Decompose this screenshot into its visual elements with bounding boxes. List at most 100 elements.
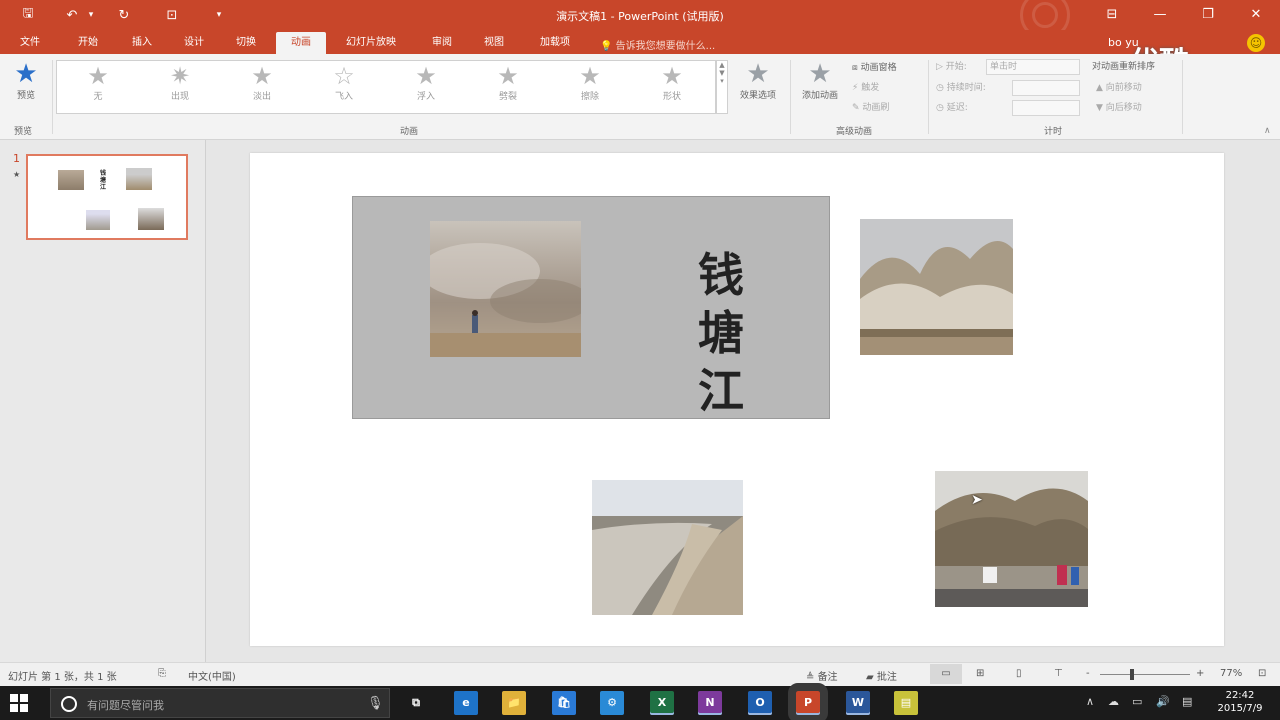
document-title: 演示文稿1 - PowerPoint (试用版) xyxy=(556,10,724,23)
preview-button[interactable]: ★ 预览 xyxy=(8,60,44,101)
zoom-level[interactable]: 77% xyxy=(1220,668,1242,679)
zoom-slider-track[interactable] xyxy=(1100,674,1190,675)
preview-star-icon: ★ xyxy=(14,59,38,89)
animation-split[interactable]: ★ 劈裂 xyxy=(473,63,543,111)
ribbon-animations: ★ 预览 预览 ★ 无 ✷ 出现 ★ 淡出 ☆ 飞入 ★ 浮入 ★ 劈裂 ★ 擦除 ★ 形状 ▲… xyxy=(0,54,1280,140)
zoom-in-button[interactable]: + xyxy=(1196,668,1204,679)
maximize-icon[interactable]: ❐ xyxy=(1198,5,1218,25)
tab-design[interactable]: 设计 xyxy=(174,34,214,54)
sticky-notes-icon[interactable]: ▤ xyxy=(894,691,918,715)
outlook-icon[interactable]: O xyxy=(748,691,772,715)
tab-review[interactable]: 审阅 xyxy=(422,34,462,54)
delay-label: ◷ 延迟: xyxy=(936,100,968,116)
collapse-ribbon-icon[interactable]: ∧ xyxy=(1264,126,1271,136)
reading-view-icon[interactable]: ▯ xyxy=(1016,668,1022,679)
close-icon[interactable]: ✕ xyxy=(1246,5,1266,25)
cortana-search-box[interactable]: 有问题尽管问我 🎙 xyxy=(50,688,390,718)
show-hidden-icons-icon[interactable]: ∧ xyxy=(1086,695,1094,708)
language-indicator[interactable]: 中文(中国) xyxy=(188,668,236,683)
tab-file[interactable]: 文件 xyxy=(12,34,48,54)
feedback-smiley-icon[interactable]: ☺ xyxy=(1247,34,1265,52)
photo-wave-crash[interactable] xyxy=(860,219,1013,355)
ribbon-tab-bar: 文件 开始 插入 设计 切换 动画 幻灯片放映 审阅 视图 加载项 💡 告诉我您… xyxy=(0,30,1280,54)
comments-button[interactable]: ▰ 批注 xyxy=(866,668,897,683)
group-label-advanced: 高级动画 xyxy=(836,127,873,137)
title-char: 塘 xyxy=(698,306,744,360)
store-icon[interactable]: 🛍 xyxy=(552,691,576,715)
tab-animations[interactable]: 动画 xyxy=(276,32,326,54)
animation-pane-button[interactable]: ⧈ 动画窗格 xyxy=(852,60,897,76)
powerpoint-window: 🖫 ↶ ▾ ↻ ⊡ ▾ 演示文稿1 - PowerPoint (试用版) ⊟ —… xyxy=(0,0,1280,720)
photo-wave-spectators[interactable] xyxy=(935,471,1088,607)
tab-slideshow[interactable]: 幻灯片放映 xyxy=(336,34,406,54)
app-icon[interactable]: ⚙ xyxy=(600,691,624,715)
edge-icon[interactable]: e xyxy=(454,691,478,715)
fit-to-window-icon[interactable]: ⊡ xyxy=(1258,668,1266,679)
delay-spinner[interactable] xyxy=(1012,100,1080,116)
add-animation-button[interactable]: ★ 添加动画 xyxy=(794,60,846,101)
tab-addins[interactable]: 加载项 xyxy=(530,34,580,54)
ribbon-separator xyxy=(928,60,929,134)
photo-beach-waves[interactable] xyxy=(592,480,743,615)
clock-icon: ◷ xyxy=(936,83,947,93)
ribbon-display-options-icon[interactable]: ⊟ xyxy=(1102,5,1122,25)
animation-float-in[interactable]: ★ 浮入 xyxy=(391,63,461,111)
move-earlier-button[interactable]: ▲ 向前移动 xyxy=(1096,80,1142,96)
group-label-timing: 计时 xyxy=(1044,127,1063,137)
windows-start-icon[interactable] xyxy=(10,694,28,712)
grey-rectangle-shape[interactable] xyxy=(352,196,830,419)
powerpoint-icon[interactable]: P xyxy=(788,683,828,720)
trigger-button[interactable]: ⚡ 触发 xyxy=(852,80,879,96)
slideshow-icon[interactable]: ⊤ xyxy=(1054,668,1063,679)
tab-view[interactable]: 视图 xyxy=(474,34,514,54)
move-earlier-label: 向前移动 xyxy=(1105,83,1142,93)
move-later-button[interactable]: ▼ 向后移动 xyxy=(1096,100,1142,116)
slide-sorter-icon[interactable]: ⊞ xyxy=(976,668,984,679)
animation-wipe[interactable]: ★ 擦除 xyxy=(555,63,625,111)
slide-vertical-title[interactable]: 钱 塘 江 xyxy=(690,246,752,420)
network-icon[interactable]: ☁ xyxy=(1108,695,1119,708)
tab-insert[interactable]: 插入 xyxy=(122,34,162,54)
start-label-text: 开始: xyxy=(945,62,967,72)
notes-button[interactable]: ≜ 备注 xyxy=(806,668,838,683)
word-icon[interactable]: W xyxy=(846,691,870,715)
animation-painter-button[interactable]: ✎ 动画刷 xyxy=(852,100,889,116)
photo-tide-crowd[interactable] xyxy=(430,221,581,357)
minimize-icon[interactable]: — xyxy=(1150,5,1170,25)
gallery-down-icon[interactable]: ▼ xyxy=(717,69,727,77)
float-in-star-icon: ★ xyxy=(415,62,437,90)
animation-fly-in[interactable]: ☆ 飞入 xyxy=(309,63,379,111)
animation-appear[interactable]: ✷ 出现 xyxy=(145,63,215,111)
tell-me-box[interactable]: 💡 告诉我您想要做什么... xyxy=(600,37,715,52)
move-later-label: 向后移动 xyxy=(1105,103,1142,113)
animation-none[interactable]: ★ 无 xyxy=(63,63,133,111)
title-char: 钱 xyxy=(698,248,744,302)
animation-shape[interactable]: ★ 形状 xyxy=(637,63,707,111)
file-explorer-icon[interactable]: 📁 xyxy=(502,691,526,715)
microphone-icon[interactable]: 🎙 xyxy=(367,696,384,711)
effect-options-button[interactable]: ★ 效果选项 xyxy=(732,60,784,101)
volume-icon[interactable]: 🔊 xyxy=(1156,695,1170,708)
normal-view-icon[interactable]: ▭ xyxy=(930,664,962,684)
start-select[interactable]: 单击时 xyxy=(986,59,1080,75)
task-view-icon[interactable]: ⧉ xyxy=(404,691,428,715)
spell-check-icon[interactable]: ⎘ xyxy=(158,668,166,679)
slide-thumbnail[interactable]: 钱塘江 xyxy=(26,154,188,240)
excel-icon[interactable]: X xyxy=(650,691,674,715)
start-play-icon: ▷ xyxy=(936,62,946,72)
gallery-more-icon[interactable]: ▾ xyxy=(717,77,727,85)
tab-home[interactable]: 开始 xyxy=(68,34,108,54)
tab-transitions[interactable]: 切换 xyxy=(226,34,266,54)
system-clock[interactable]: 22:42 2015/7/9 xyxy=(1210,689,1270,715)
clock-date: 2015/7/9 xyxy=(1217,703,1263,714)
animation-fade[interactable]: ★ 淡出 xyxy=(227,63,297,111)
gallery-up-icon[interactable]: ▲ xyxy=(717,61,727,69)
duration-spinner[interactable] xyxy=(1012,80,1080,96)
onenote-icon[interactable]: N xyxy=(698,691,722,715)
battery-icon[interactable]: ▭ xyxy=(1132,695,1142,708)
duration-label-text: 持续时间: xyxy=(946,83,986,93)
zoom-slider-thumb[interactable] xyxy=(1130,669,1134,680)
gallery-scroll[interactable]: ▲ ▼ ▾ xyxy=(716,60,728,114)
zoom-out-button[interactable]: - xyxy=(1086,668,1090,679)
notification-icon[interactable]: ▤ xyxy=(1182,695,1192,708)
